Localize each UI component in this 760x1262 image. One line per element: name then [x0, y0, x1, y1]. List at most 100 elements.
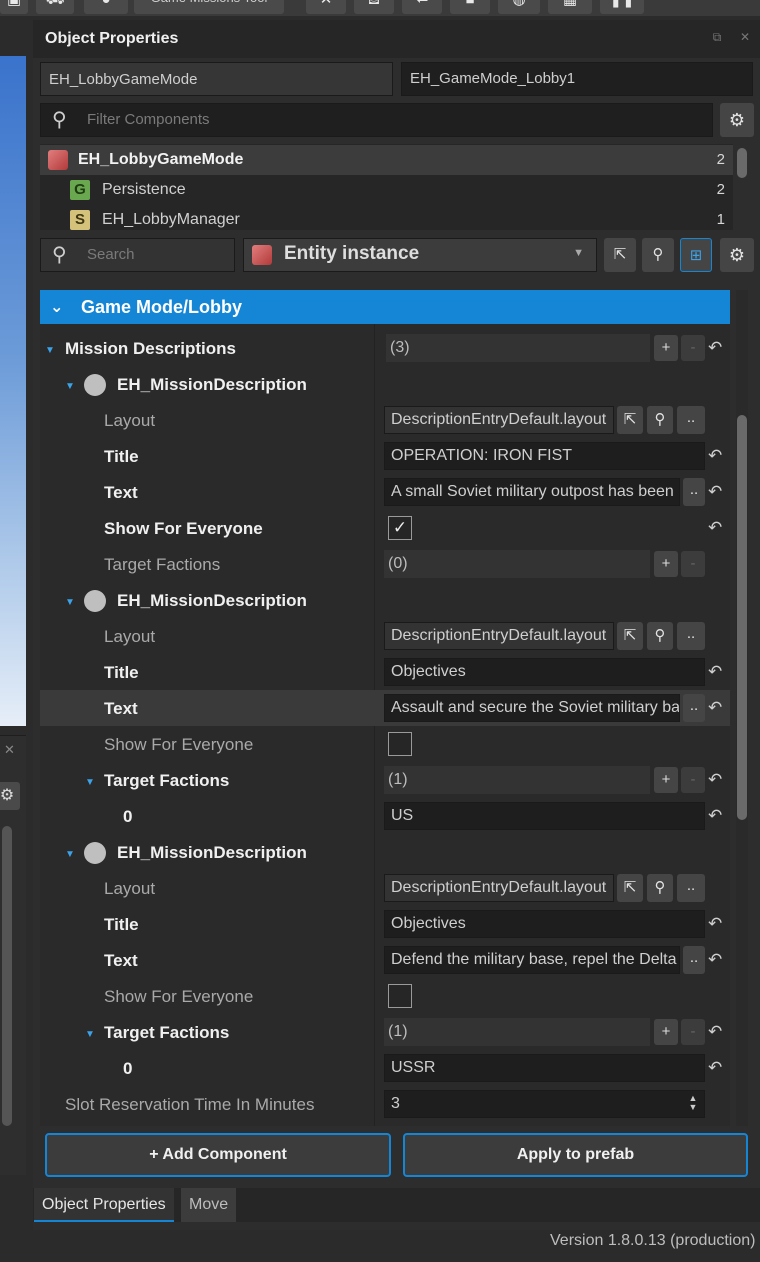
add-item-button[interactable]: +	[654, 335, 678, 361]
chevron-down-icon[interactable]: ⌄	[50, 297, 63, 317]
open-external-icon[interactable]: ⇱	[617, 406, 643, 434]
toolbar-circle-icon[interactable]: ●	[84, 0, 128, 14]
add-item-button[interactable]: +	[654, 767, 678, 793]
layout-field[interactable]: DescriptionEntryDefault.layout	[384, 622, 614, 650]
toolbar-panels-icon[interactable]: ▦	[548, 0, 592, 14]
layout-field[interactable]: DescriptionEntryDefault.layout	[384, 874, 614, 902]
toolbar-globe-icon[interactable]: ◍	[498, 0, 540, 14]
show-for-everyone-checkbox[interactable]: ✓	[388, 516, 412, 540]
mission-description-dot-icon	[84, 374, 106, 396]
undock-icon[interactable]: ⧉	[710, 30, 724, 44]
faction-field[interactable]: US	[384, 802, 705, 830]
toolbar-seat-icon[interactable]: ⛾	[354, 0, 394, 14]
component-row-lobbygamemode[interactable]: EH_LobbyGameMode 2	[40, 145, 733, 175]
edit-text-button[interactable]: ..	[683, 694, 705, 722]
toolbar-pause-icon[interactable]: ❚❚	[600, 0, 644, 14]
text-field[interactable]: Assault and secure the Soviet military b…	[384, 694, 680, 722]
remove-item-button[interactable]: -	[681, 1019, 705, 1045]
filter-settings-gear-icon[interactable]: ⚙	[720, 103, 754, 137]
faction-index: 0	[123, 1059, 133, 1078]
search-icon[interactable]: ⚲	[647, 874, 673, 902]
tab-object-properties[interactable]: Object Properties	[34, 1188, 174, 1222]
edit-text-button[interactable]: ..	[683, 946, 705, 974]
tab-move[interactable]: Move	[181, 1188, 237, 1222]
layout-field[interactable]: DescriptionEntryDefault.layout	[384, 406, 614, 434]
component-row-lobbymanager[interactable]: S EH_LobbyManager 1	[40, 205, 733, 230]
add-item-button[interactable]: +	[654, 551, 678, 577]
target-factions-label: Target Factions	[104, 555, 221, 574]
toolbar-tool-icon[interactable]: ✕	[306, 0, 346, 14]
title-field[interactable]: Objectives	[384, 910, 705, 938]
target-factions-count: (1)	[384, 1018, 650, 1046]
toolbar-vehicle-icon[interactable]: ⛟	[36, 0, 74, 14]
reset-icon[interactable]: ↶	[708, 770, 722, 790]
text-field[interactable]: A small Soviet military outpost has been	[384, 478, 680, 506]
component-list-scrollbar[interactable]	[737, 148, 747, 178]
expand-triangle-icon[interactable]: ▼	[65, 597, 75, 608]
search-icon[interactable]: ⚲	[647, 406, 673, 434]
section-title: Game Mode/Lobby	[81, 297, 243, 317]
property-search-input[interactable]: Search	[40, 238, 235, 272]
reset-icon[interactable]: ↶	[708, 1058, 722, 1078]
open-external-icon[interactable]: ⇱	[617, 622, 643, 650]
reset-icon[interactable]: ↶	[708, 806, 722, 826]
search-icon[interactable]: ⚲	[647, 622, 673, 650]
expand-triangle-icon[interactable]: ▼	[85, 777, 95, 788]
faction-field[interactable]: USSR	[384, 1054, 705, 1082]
expand-triangle-icon[interactable]: ▼	[45, 345, 55, 356]
text-label: Text	[104, 699, 138, 718]
remove-item-button[interactable]: -	[681, 335, 705, 361]
reset-icon[interactable]: ↶	[708, 338, 722, 358]
toolbar-mode-label[interactable]: Game Missions Tool	[134, 0, 284, 14]
reset-icon[interactable]: ↶	[708, 950, 722, 970]
reset-icon[interactable]: ↶	[708, 518, 722, 538]
close-icon[interactable]: ✕	[4, 742, 15, 758]
viewport-preview[interactable]	[0, 56, 26, 726]
slot-reservation-input[interactable]: 3	[384, 1090, 705, 1118]
edit-text-button[interactable]: ..	[683, 478, 705, 506]
open-external-icon[interactable]: ⇱	[604, 238, 636, 272]
reset-icon[interactable]: ↶	[708, 446, 722, 466]
reset-icon[interactable]: ↶	[708, 698, 722, 718]
browse-button[interactable]: ..	[677, 874, 705, 902]
search-icon[interactable]: ⚲	[642, 238, 674, 272]
scrollbar[interactable]	[2, 826, 12, 1126]
mode-dropdown[interactable]: Entity instance ▼	[243, 238, 597, 272]
expand-triangle-icon[interactable]: ▼	[65, 381, 75, 392]
entity-name-field[interactable]: EH_GameMode_Lobby1	[401, 62, 753, 96]
title-field[interactable]: OPERATION: IRON FIST	[384, 442, 705, 470]
open-external-icon[interactable]: ⇱	[617, 874, 643, 902]
hierarchy-icon[interactable]: ⊞	[680, 238, 712, 272]
gear-icon[interactable]: ⚙	[0, 782, 20, 810]
expand-triangle-icon[interactable]: ▼	[65, 849, 75, 860]
browse-button[interactable]: ..	[677, 622, 705, 650]
layout-label: Layout	[104, 411, 156, 430]
property-tree-scrollbar-thumb[interactable]	[737, 415, 747, 820]
toolbar-cube-icon[interactable]: ▣	[0, 0, 28, 14]
properties-gear-icon[interactable]: ⚙	[720, 238, 754, 272]
add-item-button[interactable]: +	[654, 1019, 678, 1045]
component-name: Persistence	[102, 181, 186, 198]
apply-to-prefab-button[interactable]: Apply to prefab	[403, 1133, 748, 1177]
browse-button[interactable]: ..	[677, 406, 705, 434]
show-for-everyone-checkbox[interactable]	[388, 984, 412, 1008]
close-icon[interactable]: ✕	[738, 30, 752, 44]
reset-icon[interactable]: ↶	[708, 662, 722, 682]
toolbar-arrow-icon[interactable]: ⬅	[402, 0, 442, 14]
toolbar-box-icon[interactable]: ■	[450, 0, 490, 14]
reset-icon[interactable]: ↶	[708, 482, 722, 502]
reset-icon[interactable]: ↶	[708, 1022, 722, 1042]
layout-label: Layout	[104, 627, 156, 646]
stepper-arrows-icon[interactable]: ▲ ▼	[686, 1094, 700, 1112]
component-row-persistence[interactable]: G Persistence 2	[40, 175, 733, 205]
reset-icon[interactable]: ↶	[708, 914, 722, 934]
remove-item-button[interactable]: -	[681, 767, 705, 793]
text-field[interactable]: Defend the military base, repel the Delt…	[384, 946, 680, 974]
show-for-everyone-checkbox[interactable]	[388, 732, 412, 756]
title-field[interactable]: Objectives	[384, 658, 705, 686]
remove-item-button[interactable]: -	[681, 551, 705, 577]
filter-components-input[interactable]: Filter Components	[40, 103, 713, 137]
add-component-button[interactable]: + Add Component	[45, 1133, 391, 1177]
component-name: EH_LobbyGameMode	[78, 151, 244, 168]
expand-triangle-icon[interactable]: ▼	[85, 1029, 95, 1040]
